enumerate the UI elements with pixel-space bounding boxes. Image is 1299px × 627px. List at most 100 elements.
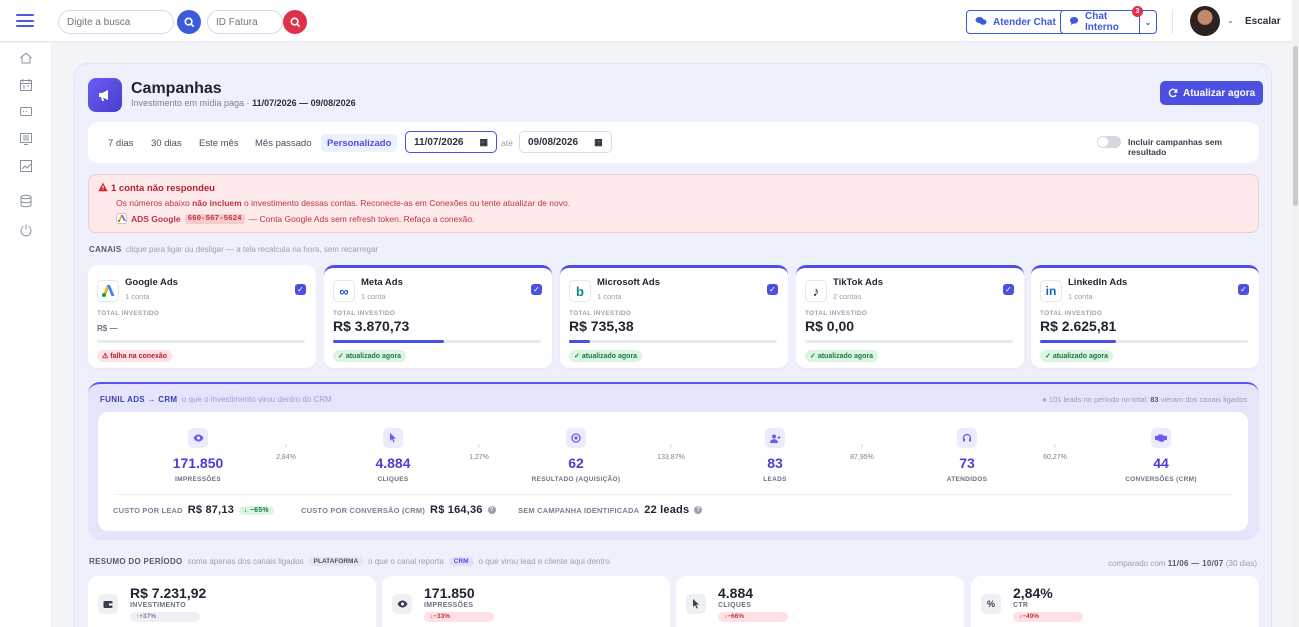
invoice-id-input[interactable] [207,10,283,34]
period-custom[interactable]: Personalizado [321,134,398,152]
cursor-icon [686,594,706,614]
funnel-rate: › 2,84% [276,443,296,461]
kpi-value: R$ 87,13 [187,504,235,516]
warning-icon [98,182,108,192]
channel-status-badge: ✓ atualizado agora [805,350,879,362]
funnel-step-value: 73 [959,455,975,471]
help-icon[interactable]: ? [487,506,496,514]
summary-delta-badge: ↓−33% [424,612,494,622]
top-bar: Atender Chat Chat Interno ⌄ 3 ⌄ Escalar [0,0,1299,42]
funnel-step-results: 62 RESULTADO (AQUISIÇÃO) [521,428,631,483]
eye-icon [392,594,412,614]
period-7-days[interactable]: 7 dias [102,134,139,152]
account-message: — Conta Google Ads sem refresh token. Re… [248,213,475,224]
date-from-value: 11/07/2026 [414,136,464,148]
total-invested-label: TOTAL INVESTIDO [569,310,632,317]
date-to-value: 09/08/2026 [528,136,579,148]
search-button[interactable] [177,10,201,34]
summary-label: IMPRESSÕES [424,602,474,609]
channel-checkbox[interactable]: ✓ [295,284,306,295]
channel-checkbox[interactable]: ✓ [1003,284,1014,295]
crm-tag: CRM [448,557,474,566]
chat-interno-button[interactable]: Chat Interno ⌄ 3 [1060,6,1157,34]
channel-card-tiktok[interactable]: ♪ TikTok Ads 2 contas ✓ TOTAL INVESTIDO … [796,265,1024,368]
invoice-search-button[interactable] [283,10,307,34]
date-to-input[interactable]: 09/08/2026 ▦ [519,131,612,153]
atender-chat-button[interactable]: Atender Chat [966,10,1065,34]
date-from-input[interactable]: 11/07/2026 ▦ [405,131,498,153]
page-title: Campanhas [131,80,222,97]
home-icon[interactable] [19,51,33,65]
summary-label: INVESTIMENTO [130,602,186,609]
chevron-down-icon[interactable]: ⌄ [1227,16,1234,25]
total-invested-label: TOTAL INVESTIDO [97,310,160,317]
funnel-section: FUNIL ADS → CRM o que o investimento vir… [88,382,1259,540]
filter-bar: 7 dias 30 dias Este mês Mês passado Pers… [88,122,1259,163]
channel-status-badge: ✓ atualizado agora [1040,350,1114,362]
help-icon[interactable]: ? [694,506,703,514]
channel-card-microsoft[interactable]: b Microsoft Ads 1 conta ✓ TOTAL INVESTID… [560,265,788,368]
kpi-no-campaign: SEM CAMPANHA IDENTIFICADA 22 leads ? [518,504,703,516]
channel-card-meta[interactable]: ∞ Meta Ads 1 conta ✓ TOTAL INVESTIDO R$ … [324,265,552,368]
account-id: 660-567-5624 [184,213,245,224]
summary-value: 2,84% [1013,585,1053,601]
channel-checkbox[interactable]: ✓ [1238,284,1249,295]
search-icon [289,16,300,27]
info-icon: ● [1042,395,1047,404]
kpi-label: CUSTO POR CONVERSÃO (CRM) [301,505,426,515]
avatar[interactable] [1190,6,1220,36]
channel-status-badge: ✓ atualizado agora [333,350,407,362]
search-input[interactable] [58,10,174,34]
calendar-icon[interactable] [19,78,33,92]
summary-value: R$ 7.231,92 [130,585,207,601]
google-ads-icon [116,213,127,224]
channel-name: Google Ads [125,277,178,288]
channel-account-count: 1 conta [597,292,622,301]
period-30-days[interactable]: 30 dias [145,134,188,152]
summary-header: RESUMO DO PERÍODO soma apenas dos canais… [89,557,610,566]
scrollbar-thumb[interactable] [1293,46,1298,206]
channel-card-google[interactable]: Google Ads 1 conta ✓ TOTAL INVESTIDO R$ … [88,265,316,368]
menu-icon[interactable] [16,14,34,27]
kpi-cost-per-lead: CUSTO POR LEAD R$ 87,13 ↓ −65% [113,504,274,516]
warning-alert: 1 conta não respondeu Os números abaixo … [88,174,1259,233]
channel-checkbox[interactable]: ✓ [531,284,542,295]
chart-icon[interactable] [19,159,33,173]
funnel-rate: › 60,27% [1043,443,1067,461]
summary-card-impressions: 171.850 IMPRESSÕES ↓−33% [382,576,670,627]
period-this-month[interactable]: Este mês [193,134,245,152]
refresh-label: Atualizar agora [1183,87,1256,99]
scrollbar[interactable] [1292,0,1299,627]
power-icon[interactable] [19,223,33,237]
kpi-cost-per-conversion: CUSTO POR CONVERSÃO (CRM) R$ 164,36 ? [301,504,496,516]
funnel-rate: › 1,27% [469,443,489,461]
chat-interno-label: Chat Interno [1085,11,1119,33]
channel-card-linkedin[interactable]: in LinkedIn Ads 1 conta ✓ TOTAL INVESTID… [1031,265,1259,368]
page-subtitle: Investimento em mídia paga · 11/07/2026 … [131,98,356,108]
summary-label: CTR [1013,602,1029,609]
toggle-label: Incluir campanhas sem resultado [1128,137,1223,157]
channel-checkbox[interactable]: ✓ [767,284,778,295]
user-menu-label[interactable]: Escalar [1245,16,1281,27]
funnel-card: 171.850 IMPRESSÕES › 2,84% 4.884 CLIQUES … [98,412,1248,531]
kpi-label: CUSTO POR LEAD [113,505,183,515]
wallet-icon [98,594,118,614]
period-last-month[interactable]: Mês passado [249,134,318,152]
funnel-step-conversions: 44 CONVERSÕES (CRM) [1106,428,1216,483]
summary-value: 4.884 [718,585,754,601]
eye-icon [188,428,208,448]
funnel-step-impressions: 171.850 IMPRESSÕES [143,428,253,483]
bing-icon: b [569,280,591,302]
refresh-button[interactable]: Atualizar agora [1160,81,1264,105]
database-icon[interactable] [19,194,33,208]
megaphone-icon [88,78,122,112]
funnel-step-leads: 83 LEADS [720,428,830,483]
campaigns-panel: Campanhas Investimento em mídia paga · 1… [74,63,1272,627]
include-no-result-toggle[interactable] [1097,136,1121,148]
board-icon[interactable] [19,132,33,146]
channel-account-count: 1 conta [1068,292,1093,301]
channel-invested-value: R$ — [97,324,118,333]
funnel-step-attended: 73 ATENDIDOS [912,428,1022,483]
channel-account-count: 1 conta [125,292,150,301]
message-icon[interactable] [19,105,33,119]
